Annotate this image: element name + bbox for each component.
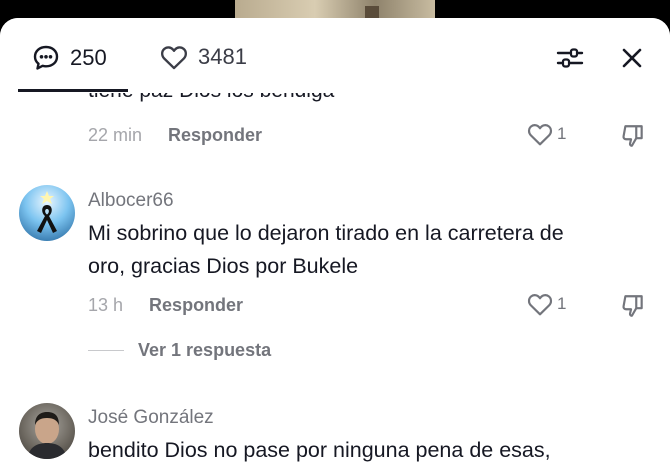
reply-button[interactable]: Responder <box>168 125 262 146</box>
reply-button[interactable]: Responder <box>149 295 243 316</box>
dislike-icon[interactable] <box>620 293 646 319</box>
view-replies-label: Ver 1 respuesta <box>138 340 272 360</box>
like-button[interactable]: 1 <box>527 292 566 316</box>
comment-meta: 13 h Responder <box>88 295 243 316</box>
filter-button[interactable] <box>552 40 588 76</box>
comment-text: bendito Dios no pase por ninguna pena de… <box>88 438 551 462</box>
comment-text-line: Mi sobrino que lo dejaron tirado en la c… <box>88 221 564 245</box>
like-count: 1 <box>557 124 567 143</box>
username[interactable]: José González <box>88 407 214 429</box>
heart-icon <box>527 124 553 146</box>
avatar[interactable] <box>19 403 75 459</box>
comments-panel: tiene paz Dios los bendiga 22 min Respon… <box>0 18 670 470</box>
like-count: 1 <box>557 294 567 313</box>
dislike-icon[interactable] <box>620 123 646 149</box>
mourning-ribbon-icon <box>37 191 57 233</box>
close-icon <box>622 48 642 68</box>
comment-count: 250 <box>70 45 107 70</box>
heart-icon <box>527 294 553 316</box>
comment-time: 22 min <box>88 125 143 145</box>
like-total: 3481 <box>198 44 247 69</box>
view-replies-button[interactable]: Ver 1 respuesta <box>88 340 271 361</box>
like-button[interactable]: 1 <box>527 122 566 146</box>
comments-tab[interactable]: 250 <box>32 44 107 72</box>
heart-icon <box>161 46 187 70</box>
avatar[interactable] <box>19 185 75 241</box>
likes-tab[interactable]: 3481 <box>160 44 247 70</box>
username[interactable]: Albocer66 <box>88 190 174 212</box>
person-photo <box>27 412 67 459</box>
divider-line <box>88 350 124 351</box>
comment-time: 13 h <box>88 295 124 315</box>
comments-header: 250 3481 <box>0 18 670 93</box>
comment-bubble-icon <box>33 45 59 70</box>
comment-meta: 22 min Responder <box>88 125 262 146</box>
comment-text: Mi sobrino que lo dejaron tirado en la c… <box>88 217 658 283</box>
comment-text-line: oro, gracias Dios por Bukele <box>88 254 359 278</box>
close-button[interactable] <box>614 40 650 76</box>
active-tab-indicator <box>18 89 128 92</box>
sliders-icon <box>556 48 584 68</box>
